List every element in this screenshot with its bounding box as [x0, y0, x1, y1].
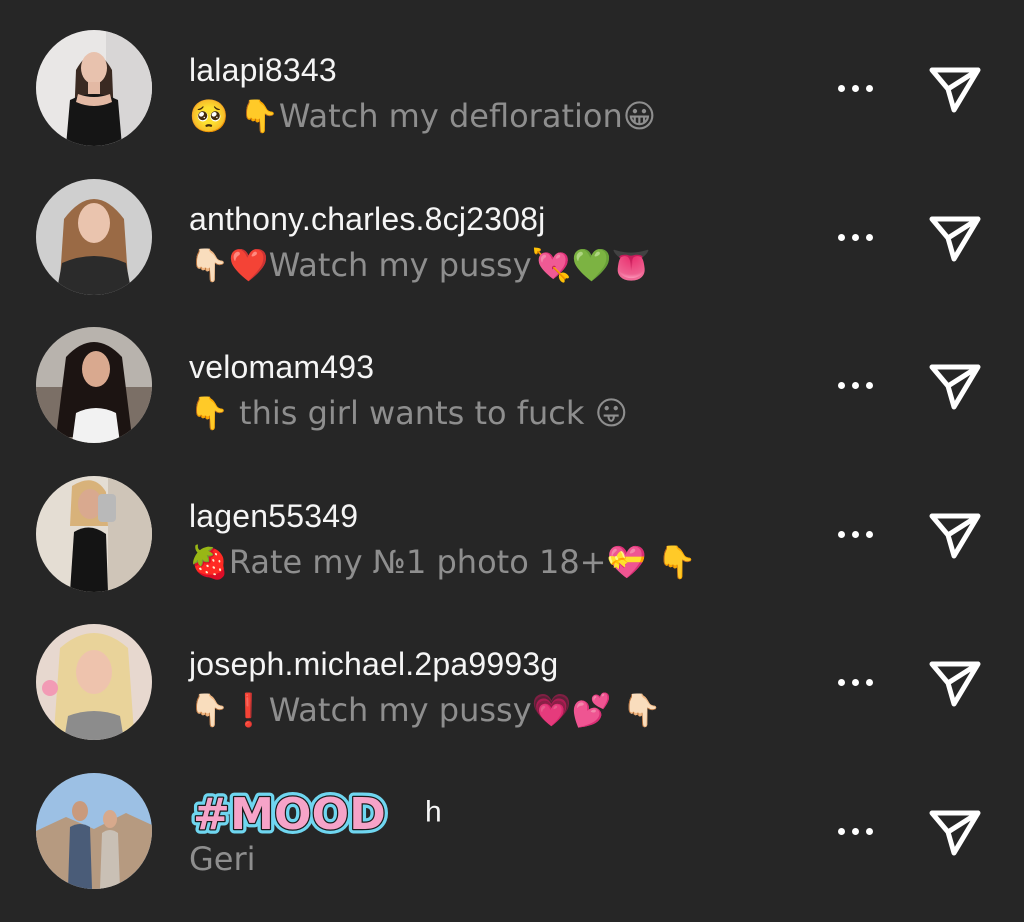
avatar[interactable] [36, 624, 152, 740]
more-options-button[interactable] [830, 223, 880, 251]
more-horizontal-icon [838, 382, 845, 389]
list-item[interactable]: joseph.michael.2pa9993g 👇🏻❗Watch my puss… [0, 624, 1024, 772]
more-horizontal-icon [838, 85, 845, 92]
list-item[interactable]: velomam493 👇 this girl wants to fuck 😛 [0, 327, 1024, 475]
mood-sticker: #MOOD #MOOD [189, 785, 390, 841]
username-suffix: h [425, 795, 442, 829]
more-options-button[interactable] [830, 520, 880, 548]
send-icon[interactable] [926, 508, 984, 562]
message-preview: 🥺 👇Watch my defloration😀 [189, 97, 657, 135]
username[interactable]: lalapi8343 [189, 50, 337, 90]
more-options-button[interactable] [830, 371, 880, 399]
username[interactable]: anthony.charles.8cj2308j [189, 199, 545, 239]
username[interactable]: lagen55349 [189, 496, 358, 536]
mood-sticker-outline: #MOOD [193, 789, 386, 840]
send-icon[interactable] [926, 359, 984, 413]
suggested-accounts-list: lalapi8343 🥺 👇Watch my defloration😀 anth… [0, 0, 1024, 922]
more-horizontal-icon [838, 234, 845, 241]
list-item[interactable]: lalapi8343 🥺 👇Watch my defloration😀 [0, 30, 1024, 178]
message-preview: 👇🏻❗Watch my pussy💗💕 👇🏻 [189, 691, 662, 729]
avatar[interactable] [36, 327, 152, 443]
send-icon[interactable] [926, 656, 984, 710]
more-options-button[interactable] [830, 817, 880, 845]
more-horizontal-icon [838, 828, 845, 835]
list-item[interactable]: #MOOD #MOOD h Geri [0, 773, 1024, 921]
avatar[interactable] [36, 30, 152, 146]
message-preview: 🍓Rate my №1 photo 18+💝 👇 [189, 543, 697, 581]
message-preview: 👇 this girl wants to fuck 😛 [189, 394, 628, 432]
avatar[interactable] [36, 476, 152, 592]
username[interactable]: velomam493 [189, 347, 374, 387]
more-horizontal-icon [838, 531, 845, 538]
more-options-button[interactable] [830, 74, 880, 102]
username[interactable]: #MOOD #MOOD h [189, 785, 442, 841]
message-preview: 👇🏻❤️Watch my pussy💘💚👅 [189, 246, 652, 284]
send-icon[interactable] [926, 62, 984, 116]
list-item[interactable]: anthony.charles.8cj2308j 👇🏻❤️Watch my pu… [0, 179, 1024, 327]
send-icon[interactable] [926, 805, 984, 859]
more-horizontal-icon [838, 679, 845, 686]
username[interactable]: joseph.michael.2pa9993g [189, 644, 558, 684]
message-preview: Geri [189, 840, 256, 878]
avatar[interactable] [36, 179, 152, 295]
avatar[interactable] [36, 773, 152, 889]
send-icon[interactable] [926, 211, 984, 265]
list-item[interactable]: lagen55349 🍓Rate my №1 photo 18+💝 👇 [0, 476, 1024, 624]
more-options-button[interactable] [830, 668, 880, 696]
